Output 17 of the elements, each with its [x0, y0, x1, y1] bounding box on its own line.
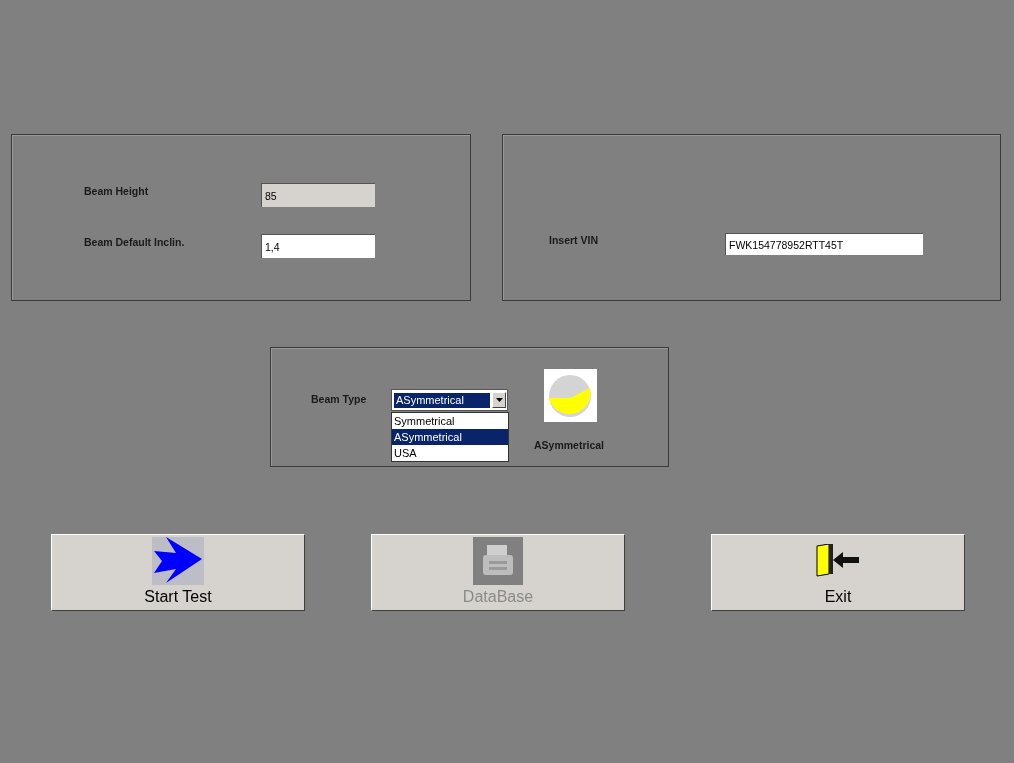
- beam-pattern-image: [543, 369, 597, 422]
- beam-type-dropdown[interactable]: ASymmetrical: [391, 389, 508, 411]
- printer-icon: [473, 536, 523, 585]
- dropdown-option[interactable]: USA: [392, 445, 508, 461]
- dropdown-option[interactable]: ASymmetrical: [392, 429, 508, 445]
- arrow-icon: [152, 536, 204, 585]
- dropdown-option[interactable]: Symmetrical: [392, 413, 508, 429]
- caret-icon: [495, 398, 503, 402]
- start-test-button[interactable]: Start Test: [51, 534, 305, 611]
- beam-type-caption: ASymmetrical: [534, 438, 605, 453]
- field-label: Beam Height: [84, 184, 150, 200]
- vin-field[interactable]: FWK154778952RTT45T: [725, 233, 923, 255]
- exit-button[interactable]: Exit: [711, 534, 965, 611]
- text-field[interactable]: 1,4: [261, 234, 375, 258]
- field-label: Beam Default Inclin.: [84, 235, 186, 251]
- field-label: Beam Type: [311, 392, 368, 407]
- field-label: Insert VIN: [549, 233, 599, 249]
